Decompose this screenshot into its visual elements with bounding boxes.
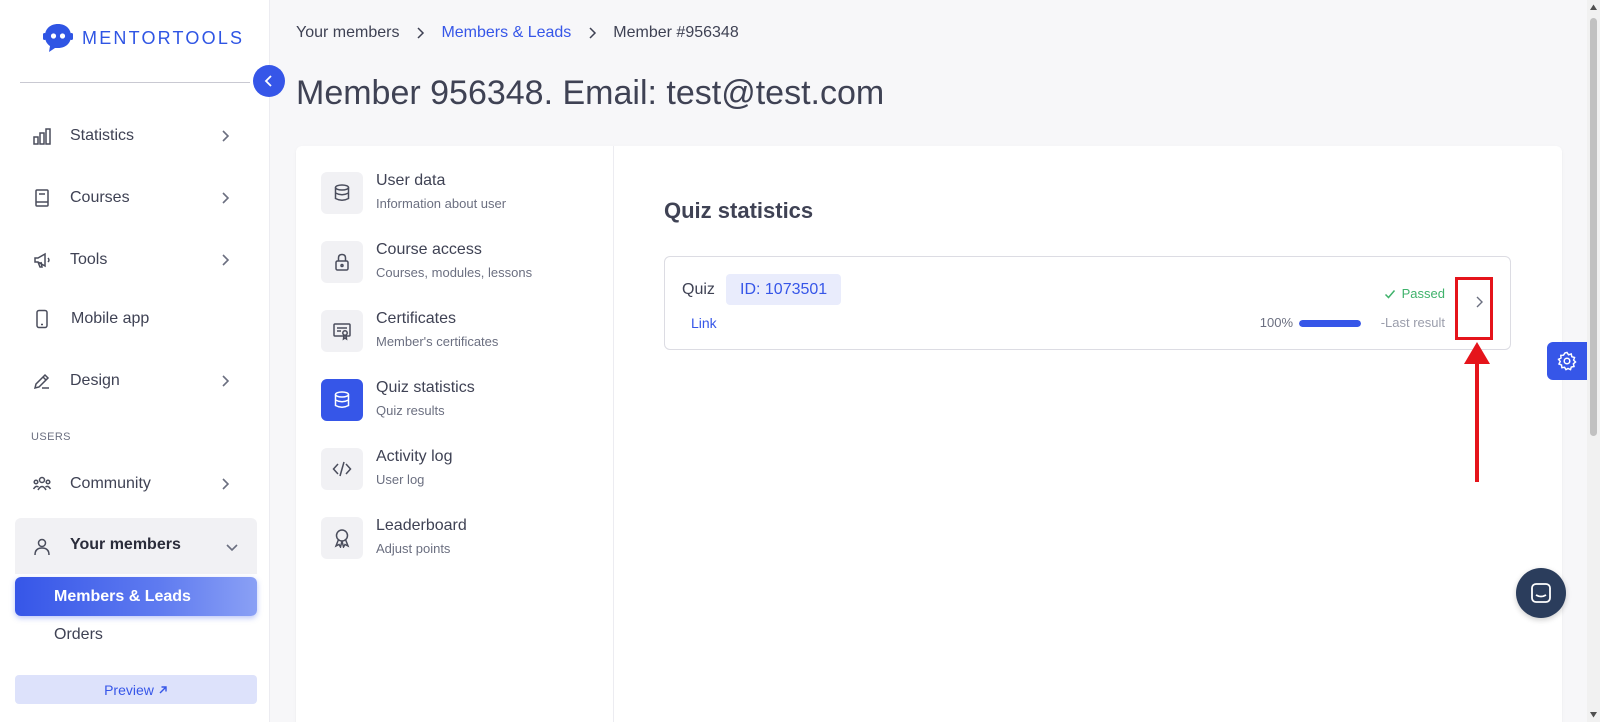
member-menu-user-data[interactable]: User data Information about user	[321, 172, 591, 216]
member-menu-subtitle: Adjust points	[376, 541, 451, 556]
sidebar-item-design[interactable]: Design	[20, 361, 250, 401]
chevron-down-icon	[226, 544, 238, 552]
sidebar-item-label: Community	[70, 475, 151, 492]
preview-button-label: Preview	[104, 681, 154, 698]
megaphone-icon	[34, 252, 50, 268]
breadcrumb-your-members[interactable]: Your members	[296, 24, 399, 42]
quiz-status-text: Passed	[1401, 286, 1445, 301]
lock-icon	[321, 241, 363, 283]
quiz-result-row: Quiz ID: 1073501 Link Passed 100% -Last …	[664, 256, 1511, 350]
member-menu-subtitle: Courses, modules, lessons	[376, 265, 533, 280]
logo[interactable]: MENTORTOOLS	[42, 22, 244, 54]
bar-chart-icon	[33, 128, 51, 145]
card-divider	[613, 146, 614, 722]
chevron-right-icon	[222, 130, 230, 142]
quiz-score-progress-fill	[1299, 320, 1361, 327]
award-icon	[321, 517, 363, 559]
external-link-icon	[159, 685, 167, 693]
check-icon	[1384, 289, 1395, 299]
member-menu-certificates[interactable]: Certificates Member's certificates	[321, 310, 591, 354]
member-menu-title: User data	[376, 172, 446, 189]
mentortools-logo-icon	[43, 24, 73, 52]
collapse-sidebar-button[interactable]	[253, 65, 285, 97]
member-menu-title: Course access	[376, 241, 482, 258]
last-result-label: -Last result	[1380, 315, 1445, 330]
quiz-id-badge: ID: 1073501	[726, 274, 842, 305]
breadcrumb-current-member: Member #956348	[613, 24, 739, 41]
scrollbar-thumb[interactable]	[1590, 18, 1597, 436]
member-menu-subtitle: User log	[376, 472, 425, 487]
quiz-score-text: 100%	[1259, 315, 1293, 330]
chevron-right-icon	[222, 192, 230, 204]
quiz-score-progress	[1299, 320, 1361, 327]
sidebar-divider	[20, 82, 250, 83]
member-menu-title: Quiz statistics	[376, 379, 475, 396]
member-detail-card: User data Information about user Course …	[296, 146, 1562, 722]
quiz-statistics-title: Quiz statistics	[664, 198, 814, 223]
certificate-icon	[321, 310, 363, 352]
chevron-right-icon	[222, 254, 230, 266]
sidebar-item-label: Tools	[70, 251, 108, 268]
quiz-label: Quiz	[682, 281, 715, 298]
users-section-label: USERS	[31, 431, 71, 443]
sidebar-item-label: Statistics	[70, 127, 135, 144]
member-menu-leaderboard[interactable]: Leaderboard Adjust points	[321, 517, 591, 561]
sidebar-item-label: Your members	[70, 536, 181, 553]
sidebar-subitem-orders[interactable]: Orders	[54, 626, 103, 644]
member-menu-title: Activity log	[376, 448, 453, 465]
sidebar-item-statistics[interactable]: Statistics	[20, 116, 250, 156]
sidebar-item-label: Mobile app	[71, 310, 150, 327]
scroll-down-icon[interactable]	[1589, 710, 1598, 719]
preview-button[interactable]: Preview	[15, 675, 257, 704]
chevron-right-icon	[417, 27, 425, 39]
code-icon	[321, 448, 363, 490]
user-icon	[34, 538, 50, 556]
member-menu-subtitle: Information about user	[376, 196, 507, 211]
gear-icon	[1557, 351, 1577, 371]
member-menu-title: Certificates	[376, 310, 457, 327]
sidebar-item-tools[interactable]: Tools	[20, 240, 250, 280]
settings-button[interactable]	[1547, 342, 1587, 380]
chat-button[interactable]	[1516, 568, 1566, 618]
chevron-left-icon	[264, 75, 272, 87]
chevron-right-icon	[222, 478, 230, 490]
member-menu-course-access[interactable]: Course access Courses, modules, lessons	[321, 241, 591, 285]
database-icon	[321, 379, 363, 421]
brand-name: MENTORTOOLS	[82, 27, 245, 48]
phone-icon	[36, 309, 48, 329]
chat-icon	[1531, 583, 1551, 603]
sidebar-item-your-members[interactable]: Your members	[15, 518, 257, 574]
member-menu-quiz-statistics[interactable]: Quiz statistics Quiz results	[321, 379, 591, 423]
vertical-scrollbar[interactable]	[1587, 0, 1600, 722]
scroll-up-icon[interactable]	[1589, 3, 1598, 12]
member-menu-title: Leaderboard	[376, 517, 467, 534]
chevron-right-icon	[589, 27, 597, 39]
sidebar-item-community[interactable]: Community	[20, 464, 250, 504]
sidebar-item-mobile-app[interactable]: Mobile app	[20, 299, 250, 339]
book-icon	[35, 189, 49, 207]
sidebar-subitem-members-leads[interactable]: Members & Leads	[15, 577, 257, 616]
quiz-link[interactable]: Link	[691, 315, 717, 331]
page-title: Member 956348. Email: test@test.com	[296, 74, 885, 112]
member-menu-activity-log[interactable]: Activity log User log	[321, 448, 591, 492]
sidebar: MENTORTOOLS Statistics Courses Tools Mob…	[0, 0, 270, 722]
sidebar-item-label: Courses	[70, 189, 130, 206]
database-icon	[321, 172, 363, 214]
people-icon	[32, 476, 52, 491]
chevron-right-icon	[222, 375, 230, 387]
member-menu-subtitle: Quiz results	[376, 403, 445, 418]
breadcrumb-members-leads[interactable]: Members & Leads	[441, 24, 571, 42]
chevron-right-icon[interactable]	[1472, 295, 1486, 309]
breadcrumb: Your members Members & Leads Member #956…	[296, 24, 739, 42]
pencil-icon	[33, 373, 50, 390]
quiz-status-badge: Passed	[1384, 286, 1445, 301]
member-menu-subtitle: Member's certificates	[376, 334, 499, 349]
sidebar-item-courses[interactable]: Courses	[20, 178, 250, 218]
sidebar-item-label: Design	[70, 372, 120, 389]
